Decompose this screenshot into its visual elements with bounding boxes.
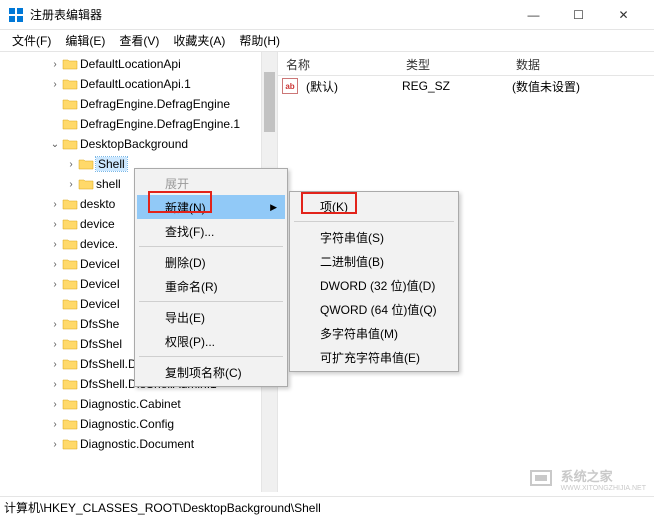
cm-copy-key-name[interactable]: 复制项名称(C) bbox=[137, 360, 285, 384]
minimize-button[interactable]: — bbox=[511, 0, 556, 30]
menubar: 文件(F) 编辑(E) 查看(V) 收藏夹(A) 帮助(H) bbox=[0, 30, 654, 52]
tree-expander-icon[interactable]: › bbox=[48, 279, 62, 290]
tree-expander-icon[interactable]: › bbox=[48, 419, 62, 430]
cm-new-string[interactable]: 字符串值(S) bbox=[292, 225, 456, 249]
statusbar: 计算机\HKEY_CLASSES_ROOT\DesktopBackground\… bbox=[0, 496, 654, 518]
scrollbar-thumb[interactable] bbox=[264, 72, 275, 132]
tree-item[interactable]: ⌄ DesktopBackground bbox=[0, 134, 277, 154]
tree-expander-icon[interactable]: › bbox=[48, 239, 62, 250]
statusbar-path: 计算机\HKEY_CLASSES_ROOT\DesktopBackground\… bbox=[4, 499, 321, 516]
cm-new-expandstring[interactable]: 可扩充字符串值(E) bbox=[292, 345, 456, 369]
tree-expander-icon[interactable]: › bbox=[48, 199, 62, 210]
cell-type: REG_SZ bbox=[398, 79, 508, 93]
cm-expand[interactable]: 展开 bbox=[137, 171, 285, 195]
tree-item[interactable]: › DefaultLocationApi bbox=[0, 54, 277, 74]
tree-item-label: Diagnostic.Config bbox=[80, 417, 174, 431]
cm-new-dword[interactable]: DWORD (32 位)值(D) bbox=[292, 273, 456, 297]
cm-new-label: 新建(N) bbox=[165, 199, 206, 216]
tree-item-label: Diagnostic.Cabinet bbox=[80, 397, 181, 411]
separator bbox=[139, 301, 283, 302]
cm-permissions[interactable]: 权限(P)... bbox=[137, 329, 285, 353]
context-menu-primary: 展开 新建(N) ▶ 查找(F)... 删除(D) 重命名(R) 导出(E) 权… bbox=[134, 168, 288, 387]
separator bbox=[294, 221, 454, 222]
tree-expander-icon[interactable]: › bbox=[48, 259, 62, 270]
menu-view[interactable]: 查看(V) bbox=[113, 30, 165, 51]
cm-new[interactable]: 新建(N) ▶ bbox=[137, 195, 285, 219]
cm-find[interactable]: 查找(F)... bbox=[137, 219, 285, 243]
tree-expander-icon[interactable]: › bbox=[48, 79, 62, 90]
tree-expander-icon[interactable]: › bbox=[48, 219, 62, 230]
separator bbox=[139, 356, 283, 357]
menu-edit[interactable]: 编辑(E) bbox=[59, 30, 111, 51]
tree-item-label: device. bbox=[80, 237, 118, 251]
cm-new-multistring[interactable]: 多字符串值(M) bbox=[292, 321, 456, 345]
tree-item-label: shell bbox=[96, 177, 121, 191]
tree-item-label: device bbox=[80, 217, 115, 231]
tree-item-label: DefragEngine.DefragEngine bbox=[80, 97, 230, 111]
app-icon bbox=[8, 7, 24, 23]
tree-item[interactable]: › Diagnostic.Cabinet bbox=[0, 394, 277, 414]
chevron-right-icon: ▶ bbox=[270, 202, 277, 213]
tree-item[interactable]: DefragEngine.DefragEngine bbox=[0, 94, 277, 114]
menu-file[interactable]: 文件(F) bbox=[6, 30, 57, 51]
tree-expander-icon[interactable]: › bbox=[64, 159, 78, 170]
list-header: 名称 类型 数据 bbox=[278, 52, 654, 76]
cm-export[interactable]: 导出(E) bbox=[137, 305, 285, 329]
tree-item-label: DeviceI bbox=[80, 297, 120, 311]
tree-expander-icon[interactable]: › bbox=[48, 399, 62, 410]
cm-delete[interactable]: 删除(D) bbox=[137, 250, 285, 274]
tree-item-label: DefragEngine.DefragEngine.1 bbox=[80, 117, 240, 131]
cm-new-binary[interactable]: 二进制值(B) bbox=[292, 249, 456, 273]
tree-item[interactable]: › DefaultLocationApi.1 bbox=[0, 74, 277, 94]
titlebar: 注册表编辑器 — ☐ ✕ bbox=[0, 0, 654, 30]
menu-favorites[interactable]: 收藏夹(A) bbox=[167, 30, 231, 51]
tree-expander-icon[interactable]: › bbox=[48, 339, 62, 350]
col-name[interactable]: 名称 bbox=[278, 52, 398, 75]
menu-help[interactable]: 帮助(H) bbox=[233, 30, 286, 51]
tree-item-label: DfsShel bbox=[80, 337, 122, 351]
tree-item[interactable]: › Diagnostic.Document bbox=[0, 434, 277, 454]
cm-new-qword[interactable]: QWORD (64 位)值(Q) bbox=[292, 297, 456, 321]
tree-item-label: DesktopBackground bbox=[80, 137, 188, 151]
tree-expander-icon[interactable]: › bbox=[48, 439, 62, 450]
tree-item-label: DeviceI bbox=[80, 277, 120, 291]
col-data[interactable]: 数据 bbox=[508, 52, 654, 75]
maximize-button[interactable]: ☐ bbox=[556, 0, 601, 30]
tree-item[interactable]: › Diagnostic.Config bbox=[0, 414, 277, 434]
separator bbox=[139, 246, 283, 247]
watermark-line2: WWW.XITONGZHIJIA.NET bbox=[561, 485, 646, 492]
tree-expander-icon[interactable]: ⌄ bbox=[48, 139, 62, 150]
window-title: 注册表编辑器 bbox=[30, 6, 511, 23]
tree-expander-icon[interactable]: › bbox=[48, 359, 62, 370]
cell-name: (默认) bbox=[302, 78, 398, 95]
cell-data: (数值未设置) bbox=[508, 78, 584, 95]
tree-item-label: DefaultLocationApi bbox=[80, 57, 181, 71]
tree-item-label: deskto bbox=[80, 197, 115, 211]
watermark-icon bbox=[529, 467, 557, 491]
watermark-line1: 系统之家 bbox=[561, 466, 646, 485]
close-button[interactable]: ✕ bbox=[601, 0, 646, 30]
watermark: 系统之家 WWW.XITONGZHIJIA.NET bbox=[529, 466, 646, 492]
tree-expander-icon[interactable]: › bbox=[48, 379, 62, 390]
tree-item-label: DeviceI bbox=[80, 257, 120, 271]
tree-expander-icon[interactable]: › bbox=[48, 319, 62, 330]
col-type[interactable]: 类型 bbox=[398, 52, 508, 75]
cm-rename[interactable]: 重命名(R) bbox=[137, 274, 285, 298]
tree-item-label: Diagnostic.Document bbox=[80, 437, 194, 451]
context-menu-new-submenu: 项(K) 字符串值(S) 二进制值(B) DWORD (32 位)值(D) QW… bbox=[289, 191, 459, 372]
tree-item-label: DfsShe bbox=[80, 317, 119, 331]
tree-expander-icon[interactable]: › bbox=[64, 179, 78, 190]
tree-item-label: Shell bbox=[96, 157, 127, 171]
list-row[interactable]: ab (默认) REG_SZ (数值未设置) bbox=[278, 76, 654, 96]
tree-item-label: DefaultLocationApi.1 bbox=[80, 77, 191, 91]
tree-item[interactable]: DefragEngine.DefragEngine.1 bbox=[0, 114, 277, 134]
cm-new-key[interactable]: 项(K) bbox=[292, 194, 456, 218]
tree-expander-icon[interactable]: › bbox=[48, 59, 62, 70]
string-value-icon: ab bbox=[282, 78, 298, 94]
